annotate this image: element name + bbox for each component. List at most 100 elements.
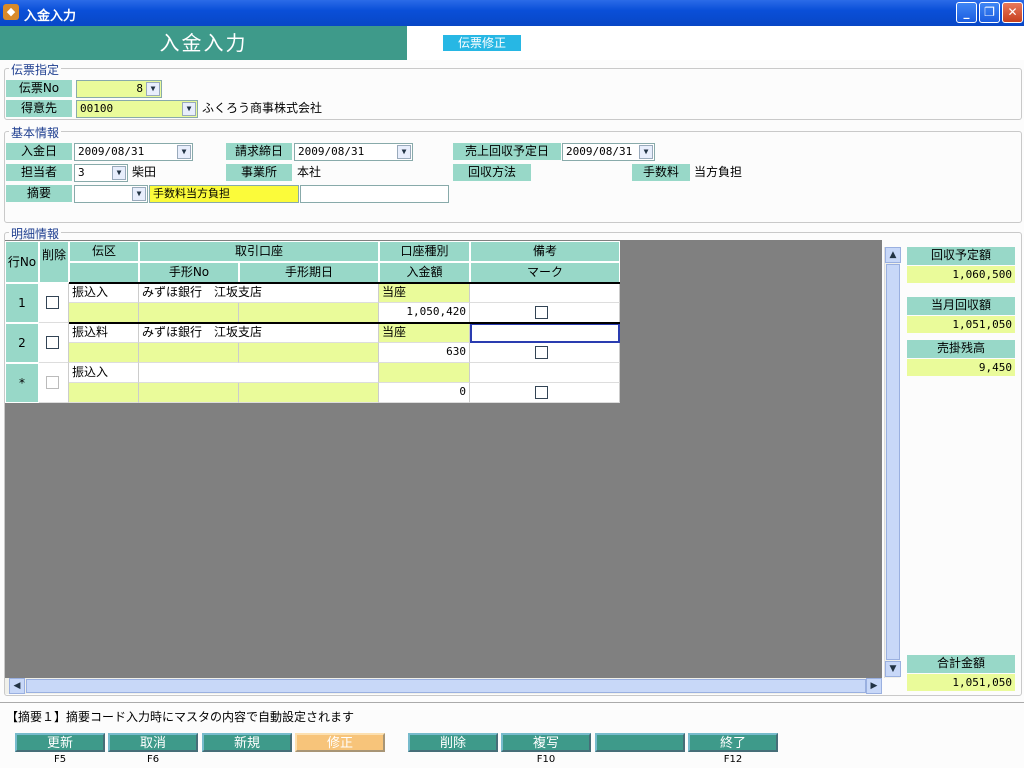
planned-amount-label: 回収予定額 — [907, 247, 1015, 265]
slip-no-label: 伝票No — [6, 80, 72, 97]
bill-no-cell[interactable] — [139, 343, 239, 363]
chevron-down-icon[interactable]: ▼ — [397, 145, 411, 159]
mark-checkbox[interactable] — [535, 386, 548, 399]
note-cell[interactable] — [470, 323, 620, 343]
chevron-down-icon[interactable]: ▼ — [639, 145, 653, 159]
horizontal-scroll-thumb[interactable] — [26, 679, 866, 693]
bill-no-cell[interactable] — [139, 303, 239, 323]
slip-type-cell[interactable]: 振込料 — [69, 323, 139, 343]
chevron-down-icon[interactable]: ▼ — [112, 166, 126, 180]
fkey-button-3[interactable]: 新規 — [202, 733, 292, 752]
chevron-down-icon[interactable]: ▼ — [182, 102, 196, 116]
col-account-type: 口座種別 — [379, 241, 470, 262]
note-cell[interactable] — [470, 283, 620, 303]
col-bill-due: 手形期日 — [239, 262, 379, 283]
slip-type-cell[interactable]: 振込入 — [69, 283, 139, 303]
amount-cell[interactable]: 0 — [379, 383, 470, 403]
fee-value: 当方負担 — [694, 165, 743, 179]
chevron-down-icon[interactable]: ▼ — [177, 145, 191, 159]
payment-date-field[interactable]: 2009/08/31 ▼ — [74, 143, 193, 161]
amount-cell[interactable]: 630 — [379, 343, 470, 363]
delete-checkbox[interactable] — [46, 296, 59, 309]
summary-code-field[interactable]: ▼ — [74, 185, 148, 203]
fkey-button-5[interactable]: 削除 — [408, 733, 498, 752]
fkey-button-1[interactable]: 更新 — [15, 733, 105, 752]
horizontal-scrollbar[interactable]: ◀ ▶ — [5, 678, 882, 694]
office-value: 本社 — [297, 165, 322, 179]
chevron-down-icon[interactable]: ▼ — [132, 187, 146, 201]
fkey-button-2[interactable]: 取消 — [108, 733, 198, 752]
customer-code-value: 00100 — [80, 102, 114, 115]
collection-plan-value: 2009/08/31 — [566, 145, 633, 158]
billing-close-field[interactable]: 2009/08/31 ▼ — [294, 143, 413, 161]
vertical-scroll-thumb[interactable] — [886, 264, 900, 660]
col-bank: 取引口座 — [139, 241, 379, 262]
fee-label: 手数料 — [632, 164, 690, 181]
row-separator — [69, 282, 620, 284]
slip-type-sub-cell[interactable] — [69, 343, 139, 363]
staff-code-field[interactable]: 3 ▼ — [74, 164, 128, 182]
scroll-up-icon[interactable]: ▲ — [885, 247, 901, 263]
slip-type-sub-cell[interactable] — [69, 383, 139, 403]
scroll-right-icon[interactable]: ▶ — [866, 678, 882, 694]
account-type-cell[interactable]: 当座 — [379, 323, 470, 343]
bank-cell[interactable]: みずほ銀行 江坂支店 — [139, 283, 379, 303]
mark-checkbox[interactable] — [535, 306, 548, 319]
scroll-left-icon[interactable]: ◀ — [9, 678, 25, 694]
restore-button[interactable]: ❐ — [979, 2, 1000, 23]
account-type-cell[interactable] — [379, 363, 470, 383]
collection-plan-label: 売上回収予定日 — [453, 143, 561, 160]
collection-method-label: 回収方法 — [453, 164, 531, 181]
slip-type-sub-cell[interactable] — [69, 303, 139, 323]
scroll-down-icon[interactable]: ▼ — [885, 661, 901, 677]
mark-checkbox[interactable] — [535, 346, 548, 359]
collection-plan-field[interactable]: 2009/08/31 ▼ — [562, 143, 655, 161]
fkey-button-4[interactable]: 修正 — [295, 733, 385, 752]
slip-no-field[interactable]: 8 ▼ — [76, 80, 162, 98]
fkey-button-8[interactable]: 終了 — [688, 733, 778, 752]
col-mark: マーク — [470, 262, 620, 283]
fkey-label: F10 — [536, 754, 556, 765]
customer-code-field[interactable]: 00100 ▼ — [76, 100, 198, 118]
mode-badge: 伝票修正 — [443, 35, 521, 51]
vertical-scrollbar[interactable]: ▲ ▼ — [884, 247, 901, 678]
bill-no-cell[interactable] — [139, 383, 239, 403]
bill-due-cell[interactable] — [239, 343, 379, 363]
bank-cell[interactable]: みずほ銀行 江坂支店 — [139, 323, 379, 343]
staff-code-value: 3 — [78, 166, 85, 179]
row-number: 2 — [5, 323, 39, 363]
summary-extra-field[interactable] — [300, 185, 449, 203]
status-message: 【摘要１】摘要コード入力時にマスタの内容で自動設定されます — [6, 710, 355, 724]
col-bill-no: 手形No — [139, 262, 239, 283]
col-note: 備考 — [470, 241, 620, 262]
bill-due-cell[interactable] — [239, 383, 379, 403]
account-type-cell[interactable]: 当座 — [379, 283, 470, 303]
staff-name: 柴田 — [132, 165, 157, 179]
slip-type-cell[interactable]: 振込入 — [69, 363, 139, 383]
col-row-no: 行No — [5, 241, 39, 283]
summary-text-field[interactable]: 手数料当方負担 — [149, 185, 299, 203]
payment-date-label: 入金日 — [6, 143, 72, 160]
window-title-bar[interactable]: ◆ 入金入力 _ ❐ ✕ — [0, 0, 1024, 26]
planned-amount-value: 1,060,500 — [907, 266, 1015, 283]
fkey-button-7[interactable] — [595, 733, 685, 752]
amount-cell[interactable]: 1,050,420 — [379, 303, 470, 323]
bank-cell[interactable] — [139, 363, 379, 383]
col-delete: 削除 — [39, 241, 69, 283]
receivable-balance-value: 9,450 — [907, 359, 1015, 376]
staff-label: 担当者 — [6, 164, 72, 181]
billing-close-value: 2009/08/31 — [298, 145, 365, 158]
fkey-label: F12 — [723, 754, 743, 765]
receivable-balance-label: 売掛残高 — [907, 340, 1015, 358]
minimize-button[interactable]: _ — [956, 2, 977, 23]
fkey-button-6[interactable]: 複写 — [501, 733, 591, 752]
close-button[interactable]: ✕ — [1002, 2, 1023, 23]
billing-close-label: 請求締日 — [226, 143, 292, 160]
delete-checkbox[interactable] — [46, 336, 59, 349]
note-cell[interactable] — [470, 363, 620, 383]
chevron-down-icon[interactable]: ▼ — [146, 82, 160, 96]
delete-checkbox[interactable] — [46, 376, 59, 389]
payment-date-value: 2009/08/31 — [78, 145, 145, 158]
bill-due-cell[interactable] — [239, 303, 379, 323]
row-number: 1 — [5, 283, 39, 323]
